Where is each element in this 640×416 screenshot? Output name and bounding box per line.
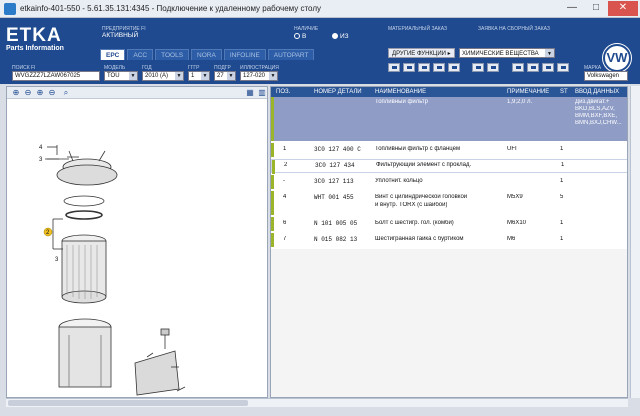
parts-diagram: 4 3 2 3 [39, 145, 186, 396]
list-icon[interactable] [418, 63, 430, 72]
minimize-button[interactable]: — [560, 1, 584, 16]
zoom-in-icon[interactable]: ⊕ [11, 88, 21, 98]
vin-search-input[interactable]: WVGZZZ7LZAW067025 [12, 71, 100, 81]
table-row[interactable]: 4 WHT 001 455 Винт с цилиндрической голо… [271, 191, 627, 215]
main-tabs: EPC ACC TOOLS NORA INFOLINE AUTOPART [100, 49, 316, 60]
expand-icon[interactable] [512, 63, 524, 72]
notes-icon[interactable] [487, 63, 499, 72]
table-header: ПОЗ. НОМЕР ДЕТАЛИ НАИМЕНОВАНИЕ ПРИМЕЧАНИ… [271, 87, 627, 97]
radio-b[interactable]: В [294, 33, 306, 40]
chevron-down-icon: ▼ [201, 72, 209, 80]
model-select[interactable]: TOU ▼ [104, 71, 138, 81]
illustration-select[interactable]: 127-020 ▼ [240, 71, 278, 81]
nalichie-label: НАЛИЧИЕ [294, 26, 319, 32]
window-title: etkainfo-401-550 - 5.61.35.131:4345 - По… [20, 4, 321, 13]
diagram-filter-housing [58, 326, 112, 388]
chevron-down-icon: ▼ [175, 72, 183, 80]
zoom-fit-icon[interactable]: ⊕ [35, 88, 45, 98]
chevron-down-icon: ▼ [129, 72, 137, 80]
refresh-icon[interactable] [527, 63, 539, 72]
year-select[interactable]: 2010 (A) ▼ [142, 71, 184, 81]
remote-desktop-icon [4, 2, 16, 15]
chevron-down-icon: ▼ [545, 49, 554, 57]
illustration-toolbar: ⊕ ⊖ ⊕ ⊖ ⌕ ▦ ▥ [7, 87, 267, 99]
status-bar [0, 407, 640, 416]
cart-icon[interactable] [403, 63, 415, 72]
predpr-value: АКТИВНЫЙ [102, 32, 139, 39]
callout-4[interactable]: 4 [39, 145, 43, 151]
next-icon[interactable] [542, 63, 554, 72]
col-name[interactable]: НАИМЕНОВАНИЕ [373, 87, 503, 97]
subgroup-select[interactable]: 27 ▼ [214, 71, 236, 81]
tab-epc[interactable]: EPC [100, 49, 126, 60]
export-icon[interactable] [472, 63, 484, 72]
tab-infoline[interactable]: INFOLINE [223, 49, 266, 60]
diagram-seal-ring [65, 210, 103, 220]
material-order-label: МАТЕРИАЛЬНЫЙ ЗАКАЗ [388, 26, 448, 32]
diagram-bracket [134, 350, 180, 396]
tab-autopart[interactable]: AUTOPART [267, 49, 315, 60]
collect-order-label: ЗАЯВКА НА СБОРНЫЙ ЗАКАЗ [478, 26, 550, 32]
vw-logo: VW [603, 44, 631, 72]
callout-3-top[interactable]: 3 [39, 157, 43, 163]
tab-nora[interactable]: NORA [191, 49, 222, 60]
col-data[interactable]: ВВОД ДАННЫХ [573, 87, 627, 97]
zoom-area-icon[interactable]: ⊖ [47, 88, 57, 98]
table-row[interactable]: 1 3C0 127 400 C Топливный фильтр с фланц… [271, 143, 627, 157]
grid-view-icon[interactable]: ▦ [245, 88, 255, 98]
split-view-icon[interactable]: ▥ [257, 88, 267, 98]
table-row[interactable]: - 3C0 127 113 Уплотнит. кольцо 1 [271, 175, 627, 189]
table-row[interactable]: 7 N 015 082 13 Шестигранная гайка с бурт… [271, 233, 627, 247]
chevron-down-icon: ▼ [227, 72, 235, 80]
brand-select[interactable]: Volkswagen [584, 71, 628, 81]
col-note[interactable]: ПРИМЕЧАНИЕ [505, 87, 557, 97]
illustration-pane[interactable]: ⊕ ⊖ ⊕ ⊖ ⌕ ▦ ▥ 4 3 2 3 [6, 86, 268, 398]
etka-logo: ETKA Parts Information [6, 25, 64, 52]
callout-3[interactable]: 3 [55, 257, 59, 263]
radio-iz[interactable]: ИЗ [332, 33, 349, 40]
parts-table: ПОЗ. НОМЕР ДЕТАЛИ НАИМЕНОВАНИЕ ПРИМЕЧАНИ… [270, 86, 628, 398]
magnifier-icon[interactable]: ⌕ [61, 88, 71, 98]
print-icon[interactable] [388, 63, 400, 72]
chemicals-select[interactable]: ХИМИЧЕСКИЕ ВЕЩЕСТВА ▼ [459, 48, 555, 58]
table-row[interactable]: 6 N 101 005 05 Болт с шестигр. гол. (ком… [271, 217, 627, 231]
maximize-button[interactable]: □ [584, 1, 608, 16]
col-part-number[interactable]: НОМЕР ДЕТАЛИ [312, 87, 372, 97]
chevron-down-icon: ▼ [269, 72, 277, 80]
ggr-select[interactable]: 1 ▼ [188, 71, 210, 81]
radio-iz-icon [332, 33, 338, 39]
col-st[interactable]: ST [558, 87, 572, 97]
tools-icon[interactable] [433, 63, 445, 72]
diagram-filter-element [61, 240, 107, 298]
table-row-group[interactable]: Топливный фильтр 1,9;2,0 л. Диз.двигат.+… [271, 97, 627, 141]
window-titlebar: etkainfo-401-550 - 5.61.35.131:4345 - По… [0, 0, 640, 18]
tab-acc[interactable]: ACC [127, 49, 154, 60]
table-row-selected[interactable]: 2 3C0 127 434 Фильтрующий элемент с прок… [271, 159, 627, 174]
col-pos[interactable]: ПОЗ. [274, 87, 312, 97]
radio-b-icon [294, 33, 300, 39]
other-functions-button[interactable]: ДРУГИЕ ФУНКЦИИ ▸ [388, 48, 455, 58]
vertical-scrollbar[interactable] [630, 86, 640, 398]
diagram-flange-base [56, 164, 118, 186]
zoom-out-icon[interactable]: ⊖ [23, 88, 33, 98]
fast-forward-icon[interactable] [557, 63, 569, 72]
horizontal-scrollbar[interactable] [6, 398, 628, 407]
tab-tools[interactable]: TOOLS [155, 49, 190, 60]
info-icon[interactable] [448, 63, 460, 72]
close-button[interactable]: ✕ [608, 1, 638, 16]
table-empty-area [271, 249, 627, 397]
diagram-o-ring [63, 195, 105, 207]
scrollbar-thumb[interactable] [8, 400, 248, 406]
